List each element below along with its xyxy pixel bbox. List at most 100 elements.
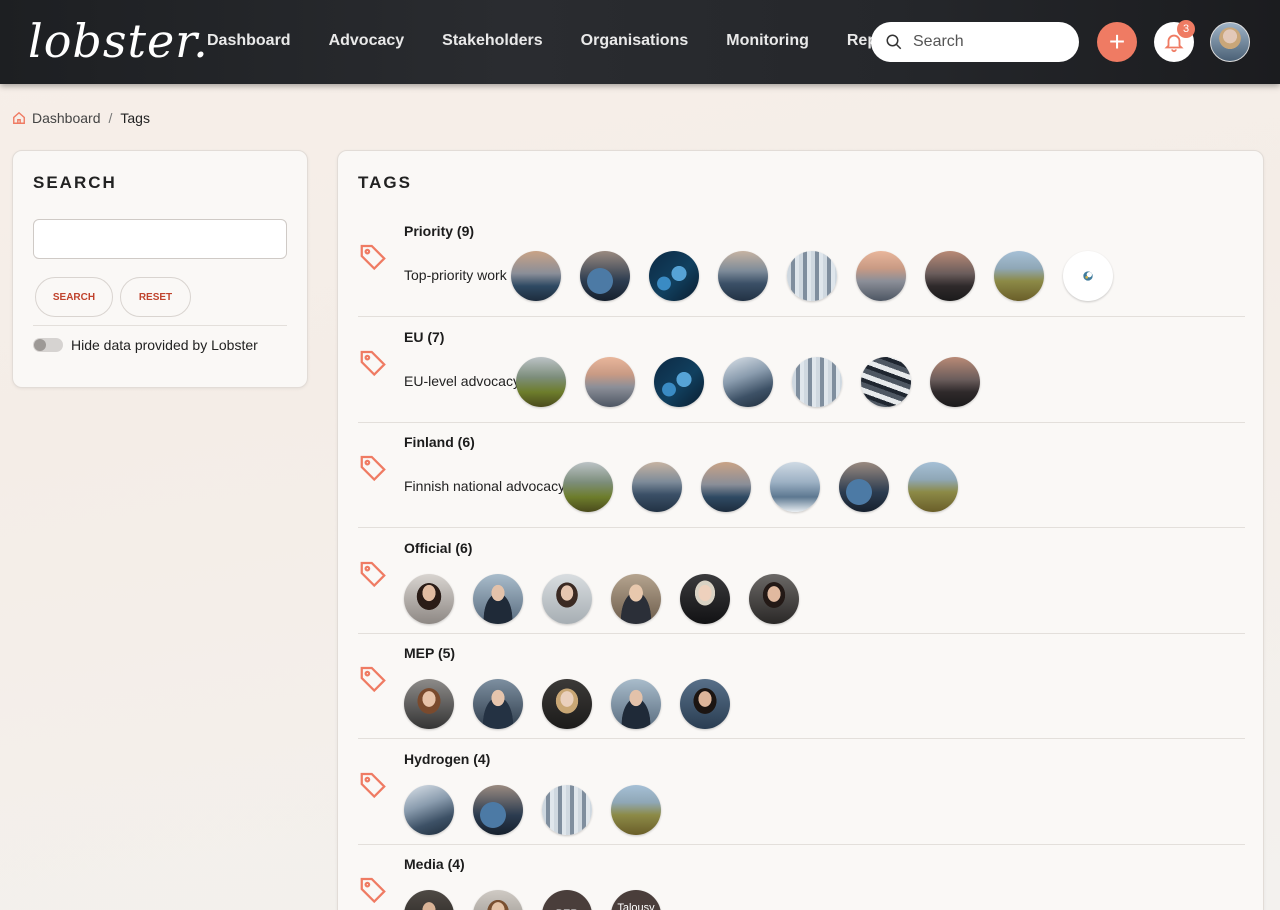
global-search-input[interactable]: Search <box>871 22 1079 62</box>
user-avatar[interactable] <box>1210 22 1250 62</box>
breadcrumb: Dashboard / Tags <box>12 110 150 126</box>
stakeholder-avatar[interactable] <box>473 574 523 624</box>
plus-icon: + <box>1108 26 1126 57</box>
tag-description: Top-priority work <box>404 267 507 283</box>
stakeholder-avatar[interactable] <box>473 890 523 910</box>
tag-row[interactable]: Priority (9) Top-priority work <box>358 211 1245 317</box>
nav-stakeholders[interactable]: Stakeholders <box>442 32 542 50</box>
organisation-avatar[interactable] <box>718 251 768 301</box>
home-icon <box>13 111 25 124</box>
tag-row[interactable]: EU (7) EU-level advocacy <box>358 317 1245 423</box>
breadcrumb-dashboard[interactable]: Dashboard <box>32 110 101 126</box>
organisation-avatar[interactable] <box>839 462 889 512</box>
stakeholder-avatar[interactable] <box>404 574 454 624</box>
add-button[interactable]: + <box>1097 22 1137 62</box>
tag-icon <box>358 241 388 271</box>
tag-icon <box>358 558 388 588</box>
stakeholder-avatar[interactable] <box>404 679 454 729</box>
tag-search-input[interactable] <box>33 219 287 259</box>
stakeholder-avatar[interactable] <box>749 574 799 624</box>
organisation-logo-icon <box>1083 271 1093 281</box>
organisation-avatar[interactable] <box>611 785 661 835</box>
organisation-avatar[interactable] <box>908 462 958 512</box>
tag-row[interactable]: Official (6) <box>358 528 1245 634</box>
tag-row[interactable]: Hydrogen (4) <box>358 739 1245 845</box>
organisation-avatar[interactable] <box>654 357 704 407</box>
tag-members <box>511 251 1113 301</box>
breadcrumb-separator: / <box>108 110 113 126</box>
organisation-avatar[interactable] <box>861 357 911 407</box>
tag-name[interactable]: Priority (9) <box>404 223 474 239</box>
tag-members <box>563 462 958 512</box>
breadcrumb-current: Tags <box>120 110 150 126</box>
tag-icon <box>358 347 388 377</box>
organisation-avatar[interactable] <box>994 251 1044 301</box>
nav-monitoring[interactable]: Monitoring <box>726 32 809 50</box>
tag-row[interactable]: Media (4) BER Talousv iesti <box>358 844 1245 910</box>
divider <box>33 325 287 326</box>
organisation-avatar[interactable] <box>930 357 980 407</box>
notification-count-badge: 3 <box>1177 20 1195 38</box>
stakeholder-avatar[interactable] <box>404 890 454 910</box>
tag-members: BER Talousv iesti <box>404 890 661 910</box>
tag-name[interactable]: Hydrogen (4) <box>404 751 490 767</box>
top-navigation-bar: lobster. Dashboard Advocacy Stakeholders… <box>0 0 1280 84</box>
media-avatar[interactable]: BER <box>542 890 592 910</box>
tag-name[interactable]: Media (4) <box>404 856 465 872</box>
tag-icon <box>358 874 388 904</box>
tag-members <box>404 574 799 624</box>
reset-button[interactable]: RESET <box>120 277 191 317</box>
stakeholder-avatar[interactable] <box>680 679 730 729</box>
nav-dashboard[interactable]: Dashboard <box>207 32 291 50</box>
tag-name[interactable]: MEP (5) <box>404 645 455 661</box>
tag-name[interactable]: EU (7) <box>404 329 444 345</box>
organisation-avatar[interactable] <box>792 357 842 407</box>
stakeholder-avatar[interactable] <box>473 679 523 729</box>
search-panel-title: SEARCH <box>33 173 117 192</box>
stakeholder-avatar[interactable] <box>680 574 730 624</box>
organisation-avatar[interactable] <box>516 357 566 407</box>
organisation-avatar[interactable] <box>856 251 906 301</box>
organisation-avatar[interactable] <box>580 251 630 301</box>
stakeholder-avatar[interactable] <box>542 679 592 729</box>
notifications-button[interactable]: 3 <box>1154 20 1195 62</box>
search-button[interactable]: SEARCH <box>35 277 113 317</box>
tag-members <box>516 357 980 407</box>
organisation-avatar[interactable] <box>632 462 682 512</box>
organisation-avatar[interactable] <box>649 251 699 301</box>
search-panel: SEARCH SEARCH RESET Hide data provided b… <box>12 150 308 388</box>
organisation-avatar[interactable] <box>511 251 561 301</box>
main-nav: Dashboard Advocacy Stakeholders Organisa… <box>207 32 907 50</box>
organisation-avatar[interactable] <box>473 785 523 835</box>
hide-lobster-data-toggle[interactable] <box>33 338 63 352</box>
stakeholder-avatar[interactable] <box>611 574 661 624</box>
tag-name[interactable]: Finland (6) <box>404 434 475 450</box>
tag-members <box>404 679 730 729</box>
tag-description: Finnish national advocacy <box>404 478 566 494</box>
organisation-avatar[interactable] <box>701 462 751 512</box>
tag-row[interactable]: Finland (6) Finnish national advocacy <box>358 422 1245 528</box>
stakeholder-avatar[interactable] <box>611 679 661 729</box>
organisation-avatar[interactable] <box>723 357 773 407</box>
organisation-avatar[interactable] <box>542 785 592 835</box>
organisation-avatar[interactable] <box>770 462 820 512</box>
tag-members <box>404 785 661 835</box>
organisation-avatar[interactable] <box>563 462 613 512</box>
global-search-placeholder: Search <box>913 33 964 50</box>
tag-row[interactable]: MEP (5) <box>358 633 1245 739</box>
tags-panel-title: TAGS <box>358 173 412 192</box>
stakeholder-avatar[interactable] <box>542 574 592 624</box>
hide-lobster-data-row: Hide data provided by Lobster <box>33 337 258 353</box>
nav-organisations[interactable]: Organisations <box>581 32 689 50</box>
search-icon <box>886 34 902 50</box>
organisation-avatar[interactable] <box>925 251 975 301</box>
media-avatar[interactable]: Talousv iesti <box>611 890 661 910</box>
organisation-avatar[interactable] <box>404 785 454 835</box>
lobster-logo[interactable]: lobster. <box>28 14 209 68</box>
tag-icon <box>358 769 388 799</box>
organisation-avatar[interactable] <box>585 357 635 407</box>
tag-name[interactable]: Official (6) <box>404 540 472 556</box>
organisation-avatar[interactable] <box>787 251 837 301</box>
organisation-logo-avatar[interactable] <box>1063 251 1113 301</box>
nav-advocacy[interactable]: Advocacy <box>329 32 405 50</box>
